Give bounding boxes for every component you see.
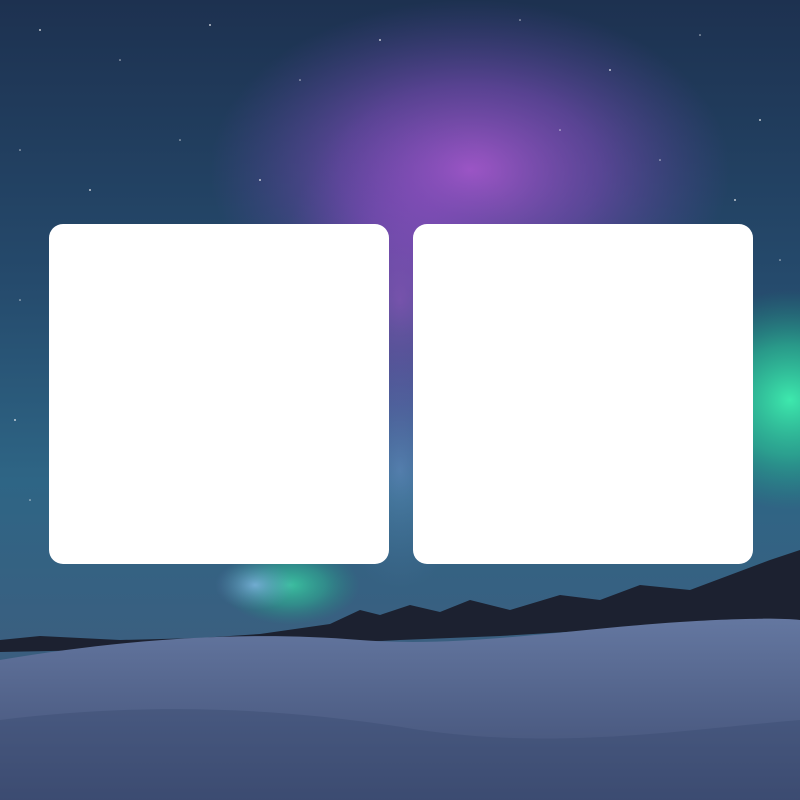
right-white-panel: [413, 224, 753, 564]
left-white-panel: [49, 224, 389, 564]
